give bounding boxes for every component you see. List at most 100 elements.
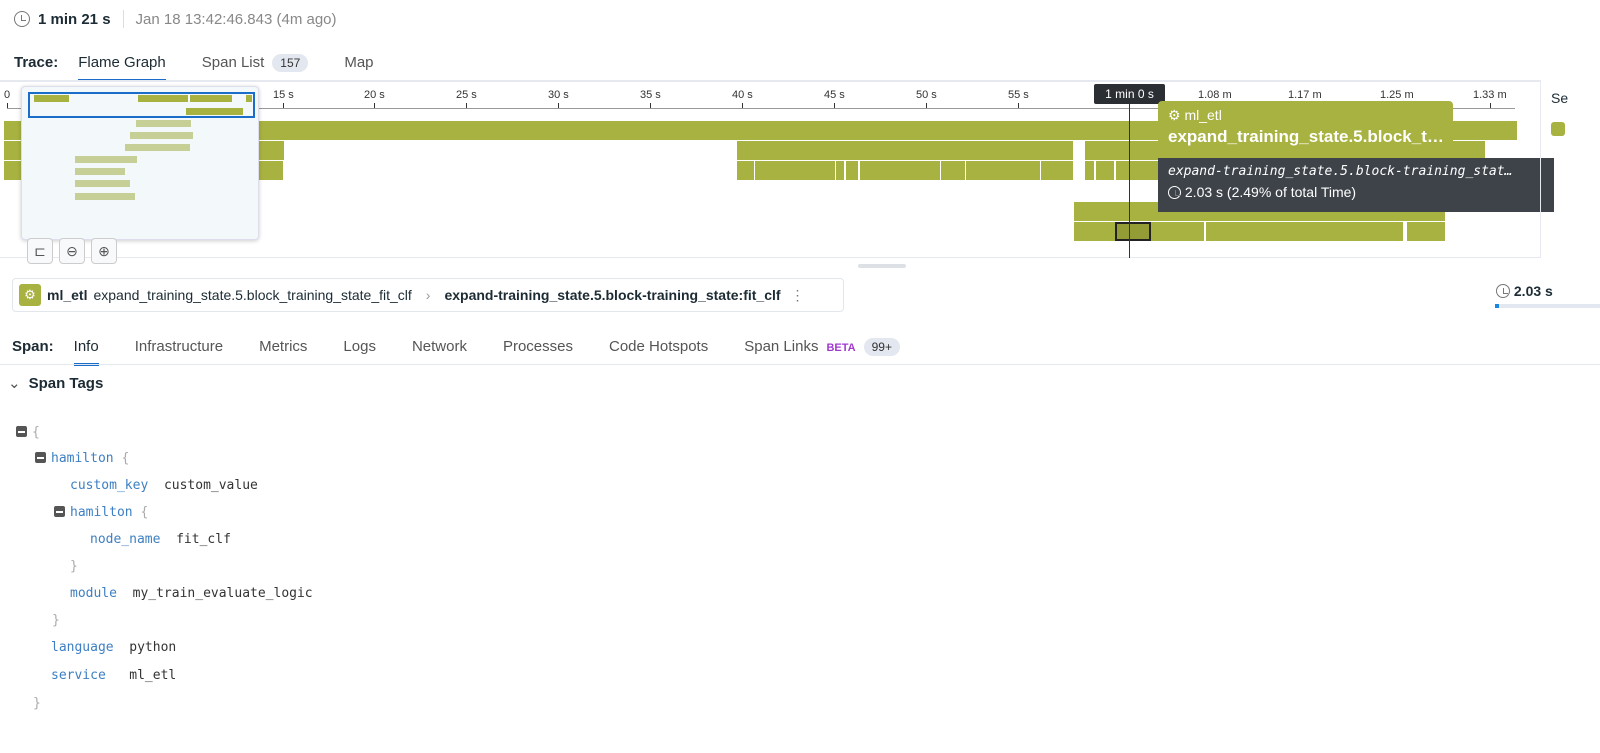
brace: {: [32, 425, 40, 440]
tab-flame-graph[interactable]: Flame Graph: [78, 46, 166, 82]
tab-map[interactable]: Map: [344, 46, 373, 79]
span-duration-value: 2.03 s: [1513, 283, 1553, 299]
collapse-icon[interactable]: [35, 452, 46, 463]
brace: {: [121, 451, 130, 466]
more-options-icon[interactable]: ⋮: [791, 287, 805, 304]
tab-logs[interactable]: Logs: [343, 330, 376, 363]
span-bar[interactable]: [755, 161, 835, 180]
tag-value: python: [129, 640, 177, 655]
tab-span-list[interactable]: Span List 157: [202, 46, 309, 79]
axis-tick: 1.33 m: [1473, 89, 1507, 108]
span-bar[interactable]: [1096, 161, 1114, 180]
collapse-minimap-button[interactable]: ⊏: [27, 238, 53, 264]
span-links-count: 99+: [863, 338, 900, 356]
zoom-out-button[interactable]: ⊖: [59, 238, 85, 264]
minimap-viewport[interactable]: [28, 92, 255, 118]
tag-value: my_train_evaluate_logic: [132, 586, 313, 601]
collapse-icon[interactable]: [16, 426, 27, 437]
span-bar[interactable]: [737, 141, 1073, 160]
tooltip-duration: 2.03 s (2.49% of total Time): [1184, 184, 1357, 200]
axis-tick: 20 s: [364, 89, 385, 108]
span-bar[interactable]: [1041, 161, 1073, 180]
tab-label: Metrics: [259, 338, 308, 355]
trace-timestamp: Jan 18 13:42:46.843 (4m ago): [135, 10, 337, 28]
tab-label: Infrastructure: [134, 338, 224, 355]
span-bar[interactable]: [836, 161, 844, 180]
minimap-bar: [136, 120, 191, 127]
minimap-bar: [75, 193, 135, 200]
trace-duration: 1 min 21 s: [38, 10, 111, 28]
span-tags-toggle[interactable]: ⌄ Span Tags: [8, 374, 103, 392]
span-tabs: Span: Info Infrastructure Metrics Logs N…: [12, 330, 936, 366]
tab-info[interactable]: Info: [73, 330, 99, 366]
tab-span-links[interactable]: Span Links BETA 99+: [744, 330, 900, 363]
service-color-swatch: [1551, 122, 1565, 136]
tooltip-service: ml_etl: [1184, 107, 1222, 123]
span-count-badge: 157: [272, 54, 309, 72]
span-bar[interactable]: [737, 161, 754, 180]
tab-label: Map: [344, 54, 374, 71]
tab-metrics[interactable]: Metrics: [259, 330, 307, 363]
divider: [0, 364, 1600, 365]
span-tooltip-header: ⚙ ml_etl expand_training_state.5.block_t…: [1158, 101, 1453, 159]
minimap-bar: [130, 132, 193, 139]
trace-label: Trace:: [14, 54, 59, 71]
span-bar[interactable]: [941, 161, 965, 180]
clock-icon: [1168, 186, 1181, 199]
tag-value: fit_clf: [176, 532, 231, 547]
span-bar[interactable]: [1206, 222, 1403, 241]
axis-tick: 35 s: [640, 89, 661, 108]
axis-tick: 30 s: [548, 89, 569, 108]
axis-tick: 55 s: [1008, 89, 1029, 108]
span-bar[interactable]: [1085, 161, 1094, 180]
tab-label: Flame Graph: [78, 54, 166, 71]
tab-label: Logs: [343, 338, 376, 355]
span-bar[interactable]: [846, 161, 858, 180]
legend-header: Se: [1551, 90, 1569, 106]
span-label: Span:: [12, 338, 54, 355]
brace: }: [33, 696, 41, 711]
trace-header: 1 min 21 s Jan 18 13:42:46.843 (4m ago): [14, 10, 337, 28]
tab-infrastructure[interactable]: Infrastructure: [135, 330, 223, 363]
minimap-bar: [75, 156, 137, 163]
span-bar[interactable]: [1407, 222, 1445, 241]
tag-key: language: [51, 640, 114, 655]
tab-code-hotspots[interactable]: Code Hotspots: [609, 330, 708, 363]
minimap[interactable]: ⊏ ⊖ ⊕: [21, 86, 259, 264]
clock-icon: [1496, 284, 1510, 298]
span-breadcrumb: ⚙ ml_etl expand_training_state.5.block_t…: [12, 278, 844, 312]
tooltip-resource: expand-training_state.5.block-training_s…: [1168, 164, 1513, 179]
zoom-in-button[interactable]: ⊕: [91, 238, 117, 264]
axis-tick: 25 s: [456, 89, 477, 108]
tab-processes[interactable]: Processes: [503, 330, 573, 363]
clock-icon: [14, 11, 30, 27]
span-bar[interactable]: [860, 161, 940, 180]
axis-tick: 40 s: [732, 89, 753, 108]
tab-network[interactable]: Network: [412, 330, 467, 363]
tag-value: ml_etl: [129, 668, 177, 683]
collapse-icon[interactable]: [54, 506, 65, 517]
tab-label: Info: [73, 338, 99, 355]
span-duration-fill: [1495, 304, 1499, 308]
axis-tick: 15 s: [273, 89, 294, 108]
axis-tick: 1.08 m: [1198, 89, 1232, 108]
resize-handle[interactable]: [858, 264, 906, 268]
breadcrumb-operation[interactable]: expand_training_state.5.block_training_s…: [93, 287, 411, 303]
brace: }: [52, 613, 60, 628]
tag-key: hamilton: [51, 451, 114, 466]
divider: [122, 10, 124, 28]
cursor-line: [1129, 104, 1130, 258]
beta-badge: BETA: [826, 342, 856, 354]
span-bar[interactable]: [966, 161, 1040, 180]
service-icon: ⚙: [19, 284, 41, 306]
selected-span-bar[interactable]: [1115, 222, 1151, 241]
tab-label: Processes: [502, 338, 573, 355]
chevron-down-icon: ⌄: [8, 375, 21, 392]
axis-tick: 50 s: [916, 89, 937, 108]
brace: }: [70, 559, 78, 574]
breadcrumb-resource[interactable]: expand-training_state.5.block-training_s…: [444, 287, 780, 303]
gears-icon: ⚙: [1168, 107, 1181, 123]
axis-tick: 1.25 m: [1380, 89, 1414, 108]
brace: {: [140, 505, 149, 520]
tab-label: Network: [411, 338, 467, 355]
